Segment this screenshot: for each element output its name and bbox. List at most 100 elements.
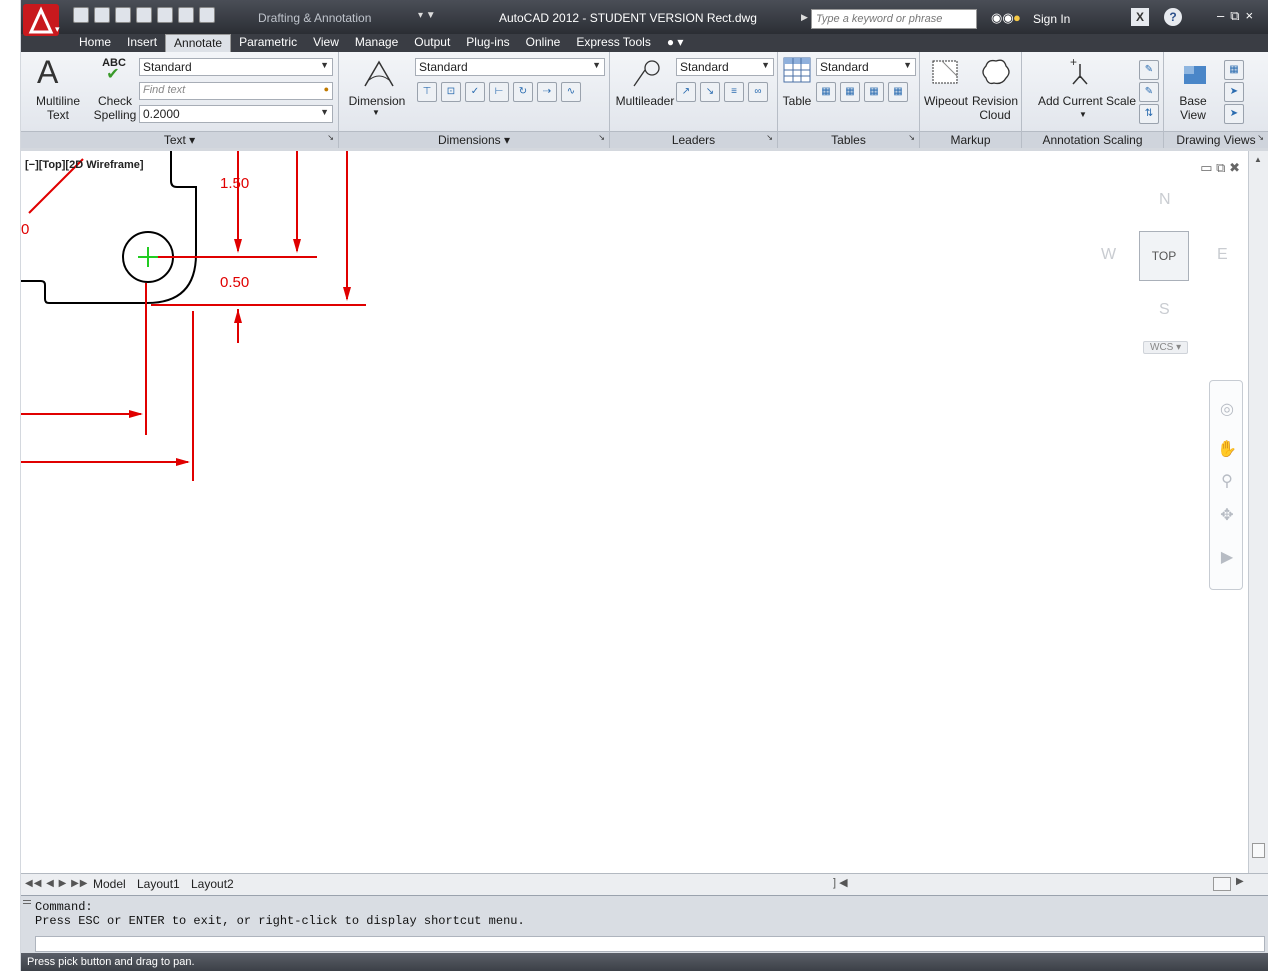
dialog-launcher-icon[interactable]: ↘ — [1257, 130, 1264, 146]
help-icon[interactable]: ? — [1164, 8, 1182, 26]
dialog-launcher-icon[interactable]: ↘ — [766, 130, 773, 146]
drawing-views-panel-title[interactable]: Drawing Views ↘ — [1164, 131, 1268, 148]
find-icon[interactable]: ● — [324, 84, 329, 94]
mleader-style-combo[interactable]: Standard ▼ — [676, 58, 774, 76]
table-button[interactable]: Table — [778, 94, 816, 108]
align-leader-icon[interactable]: ≡ — [724, 82, 744, 102]
dim-override-icon[interactable]: ⇢ — [537, 82, 557, 102]
dialog-launcher-icon[interactable]: ↘ — [327, 130, 334, 146]
scroll-up-icon[interactable]: ▲ — [1254, 155, 1262, 164]
sign-in-button[interactable]: Sign In — [1033, 12, 1070, 26]
edit-view-icon[interactable]: ▦ — [1224, 60, 1244, 80]
tab-plug-ins[interactable]: Plug-ins — [458, 34, 517, 52]
revision-cloud-icon[interactable] — [978, 56, 1012, 88]
dimensions-panel-title[interactable]: Dimensions ▾ ↘ — [339, 131, 609, 148]
viewcube-top-face[interactable]: TOP — [1139, 231, 1189, 281]
exchange-icon[interactable]: X — [1131, 8, 1149, 26]
open-icon[interactable] — [94, 7, 110, 23]
update-view-icon[interactable]: ➤ — [1224, 82, 1244, 102]
tab-insert[interactable]: Insert — [119, 34, 165, 52]
collect-leader-icon[interactable]: ∞ — [748, 82, 768, 102]
showmotion-icon[interactable]: ▶ — [1216, 547, 1238, 569]
dim-style-combo[interactable]: Standard ▼ — [415, 58, 605, 76]
ribbon-minimize-icon[interactable]: ● ▾ — [659, 34, 692, 52]
chevron-down-icon[interactable]: ▾ ▼ — [418, 10, 436, 21]
dialog-launcher-icon[interactable]: ↘ — [908, 130, 915, 146]
link-data-icon[interactable]: ▦ — [840, 82, 860, 102]
drawing-area[interactable]: 1.50 0.50 0 [−][Top][2D Wireframe] ▭ ⧉ ✖… — [21, 151, 1248, 873]
viewcube[interactable]: N W E S TOP WCS ▾ — [1101, 191, 1229, 361]
dim-update-icon[interactable]: ↻ — [513, 82, 533, 102]
minimize-icon[interactable]: – — [1217, 8, 1224, 24]
dialog-launcher-icon[interactable]: ↘ — [598, 130, 605, 146]
compass-west[interactable]: W — [1101, 246, 1116, 264]
tab-model[interactable]: Model — [93, 877, 126, 891]
plot-icon[interactable] — [157, 7, 173, 23]
multileader-button[interactable]: Multileader — [612, 94, 678, 108]
close-icon[interactable]: × — [1246, 8, 1254, 24]
save-icon[interactable] — [115, 7, 131, 23]
tab-layout2[interactable]: Layout2 — [191, 877, 234, 891]
table-style-combo[interactable]: Standard ▼ — [816, 58, 916, 76]
leaders-panel-title[interactable]: Leaders ↘ — [610, 131, 777, 148]
horizontal-scroll-thumb[interactable] — [1213, 877, 1231, 891]
search-expand-icon[interactable]: ▶ — [801, 12, 808, 23]
multiline-text-icon[interactable]: A — [37, 54, 58, 91]
dim-inspect-icon[interactable]: ✓ — [465, 82, 485, 102]
dim-break-icon[interactable]: ⊡ — [441, 82, 461, 102]
table-icon[interactable] — [782, 56, 812, 86]
wipeout-button[interactable]: Wipeout — [922, 94, 970, 108]
zoom-icon[interactable]: ⚲ — [1216, 471, 1238, 493]
dim-space-icon[interactable]: ⊤ — [417, 82, 437, 102]
base-view-button[interactable]: Base View — [1172, 94, 1214, 122]
download-icon[interactable]: ▦ — [864, 82, 884, 102]
workspace-switcher[interactable]: Drafting & Annotation — [258, 11, 371, 25]
wcs-menu[interactable]: WCS ▾ — [1143, 341, 1189, 354]
dim-text-0-50[interactable]: 0.50 — [220, 274, 249, 291]
add-current-scale-button[interactable]: Add Current Scale — [1028, 94, 1146, 108]
pan-hand-icon[interactable]: ✋ — [1216, 439, 1238, 461]
text-panel-title[interactable]: Text ▾ ↘ — [21, 131, 338, 148]
check-spelling-button[interactable]: Check Spelling — [93, 94, 137, 122]
scroll-thumb[interactable] — [1252, 843, 1265, 858]
tab-output[interactable]: Output — [406, 34, 458, 52]
markup-panel-title[interactable]: Markup — [920, 131, 1021, 148]
user-icon[interactable]: ● — [1013, 10, 1021, 25]
layout-nav-arrows[interactable]: ◀◀ ◀ ▶ ▶▶ — [25, 878, 88, 889]
annotation-scaling-panel-title[interactable]: Annotation Scaling — [1022, 131, 1163, 148]
new-icon[interactable] — [73, 7, 89, 23]
wipeout-icon[interactable] — [930, 56, 962, 88]
add-delete-scales-icon[interactable]: ✎ — [1139, 60, 1159, 80]
revision-cloud-button[interactable]: Revision Cloud — [970, 94, 1020, 122]
application-menu-icon[interactable]: ▾ — [21, 2, 65, 46]
steering-wheel-icon[interactable]: ◎ — [1216, 399, 1238, 421]
multileader-icon[interactable] — [628, 58, 662, 90]
remove-leader-icon[interactable]: ↘ — [700, 82, 720, 102]
redo-icon[interactable] — [199, 7, 215, 23]
chevron-down-icon[interactable]: ▼ — [1078, 108, 1088, 122]
chevron-down-icon[interactable]: ▼ — [371, 106, 381, 120]
compass-east[interactable]: E — [1217, 246, 1228, 264]
undo-icon[interactable] — [178, 7, 194, 23]
dim-text-partial[interactable]: 0 — [21, 221, 29, 238]
dimension-icon[interactable] — [361, 56, 397, 90]
compass-north[interactable]: N — [1159, 191, 1171, 209]
extract-data-icon[interactable]: ▦ — [816, 82, 836, 102]
minimize-icon[interactable]: ▭ — [1200, 160, 1212, 175]
tab-home[interactable]: Home — [71, 34, 119, 52]
tab-annotate[interactable]: Annotate — [165, 34, 232, 52]
horizontal-scroll-left-icon[interactable]: ] ◀ — [833, 876, 848, 889]
dim-continue-icon[interactable]: ⊢ — [489, 82, 509, 102]
drawing-canvas[interactable]: 1.50 0.50 0 — [21, 151, 1248, 873]
orbit-icon[interactable]: ✥ — [1216, 505, 1238, 527]
tab-parametric[interactable]: Parametric — [231, 34, 305, 52]
tab-manage[interactable]: Manage — [347, 34, 406, 52]
text-style-combo[interactable]: Standard ▼ — [139, 58, 333, 76]
sync-scale-icon[interactable]: ✎ — [1139, 82, 1159, 102]
viewport-controls-label[interactable]: [−][Top][2D Wireframe] — [25, 159, 144, 171]
restore-icon[interactable]: ⧉ — [1216, 160, 1225, 175]
dim-text-1-50[interactable]: 1.50 — [220, 175, 249, 192]
tab-express-tools[interactable]: Express Tools — [568, 34, 658, 52]
tab-online[interactable]: Online — [518, 34, 569, 52]
jog-line-icon[interactable]: ∿ — [561, 82, 581, 102]
